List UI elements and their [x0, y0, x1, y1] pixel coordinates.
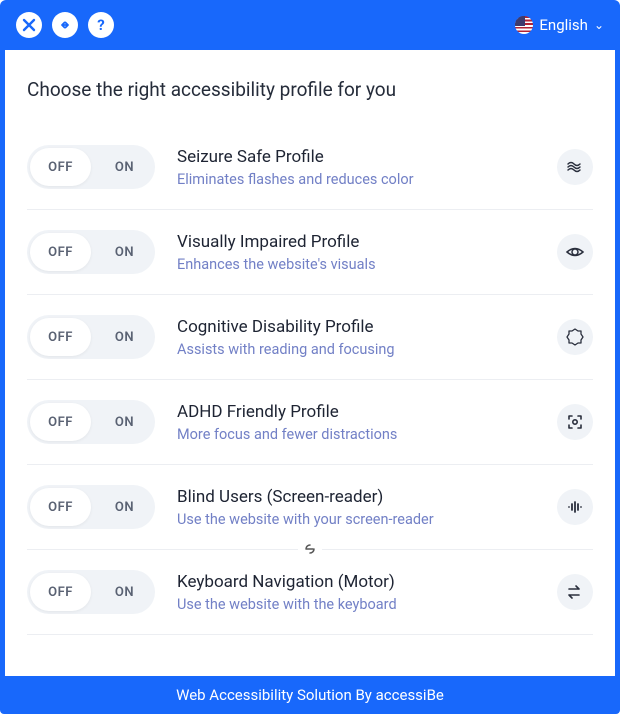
eye-icon — [557, 234, 593, 270]
help-icon: ? — [97, 16, 104, 34]
help-button[interactable]: ? — [88, 12, 114, 38]
panel-footer[interactable]: Web Accessibility Solution By accessiBe — [0, 676, 620, 714]
target-icon — [557, 404, 593, 440]
profile-row: OFFON Seizure Safe Profile Eliminates flas… — [27, 125, 593, 210]
section-heading: Choose the right accessibility profile f… — [27, 78, 593, 101]
toggle-off-label: OFF — [30, 488, 91, 526]
toggle-on-label: ON — [94, 230, 155, 274]
toggle-on-label: ON — [94, 485, 155, 529]
panel-header: ? English ⌄ — [0, 0, 620, 50]
profile-text: Cognitive Disability Profile Assists with… — [177, 317, 535, 358]
profile-title: Cognitive Disability Profile — [177, 317, 535, 337]
wave-icon — [557, 149, 593, 185]
swap-icon — [557, 574, 593, 610]
language-selector[interactable]: English ⌄ — [515, 16, 604, 34]
language-label: English — [539, 16, 588, 34]
profile-text: Visually Impaired Profile Enhances the we… — [177, 232, 535, 273]
toggle-off-label: OFF — [30, 233, 91, 271]
panel-body: Choose the right accessibility profile f… — [0, 50, 620, 676]
profile-toggle[interactable]: OFFON — [27, 145, 155, 189]
profile-text: ADHD Friendly Profile More focus and fewe… — [177, 402, 535, 443]
badge-icon — [557, 319, 593, 355]
profile-row: OFFON Visually Impaired Profile Enhances t… — [27, 210, 593, 295]
profile-desc: Use the website with your screen-reader — [177, 511, 535, 528]
profile-title: Seizure Safe Profile — [177, 147, 535, 167]
profile-text: Blind Users (Screen-reader) Use the websi… — [177, 487, 535, 528]
toggle-on-label: ON — [94, 570, 155, 614]
panel-scroll[interactable]: Choose the right accessibility profile f… — [5, 50, 615, 676]
profile-desc: Eliminates flashes and reduces color — [177, 171, 535, 188]
profile-desc: Assists with reading and focusing — [177, 341, 535, 358]
profile-text: Seizure Safe Profile Eliminates flashes a… — [177, 147, 535, 188]
toggle-off-label: OFF — [30, 403, 91, 441]
close-button[interactable] — [16, 12, 42, 38]
flag-us-icon — [515, 16, 533, 34]
close-icon — [22, 18, 36, 32]
profile-row: OFFON Cognitive Disability Profile Assists… — [27, 295, 593, 380]
toggle-on-label: ON — [94, 400, 155, 444]
profile-toggle[interactable]: OFFON — [27, 400, 155, 444]
profile-toggle[interactable]: OFFON — [27, 485, 155, 529]
reset-button[interactable] — [52, 12, 78, 38]
toggle-on-label: ON — [94, 145, 155, 189]
profile-row: OFFON ADHD Friendly Profile More focus and… — [27, 380, 593, 465]
profile-row: OFFON Keyboard Navigation (Motor) Use the … — [27, 550, 593, 635]
profile-desc: Enhances the website's visuals — [177, 256, 535, 273]
profile-title: Keyboard Navigation (Motor) — [177, 572, 535, 592]
profile-text: Keyboard Navigation (Motor) Use the websi… — [177, 572, 535, 613]
profile-row: OFFON Blind Users (Screen-reader) Use the … — [27, 465, 593, 550]
profile-desc: More focus and fewer distractions — [177, 426, 535, 443]
accessibility-panel: ? English ⌄ Choose the right accessibili… — [0, 0, 620, 714]
audio-icon — [557, 489, 593, 525]
reset-icon — [57, 17, 73, 33]
profile-toggle[interactable]: OFFON — [27, 230, 155, 274]
toggle-off-label: OFF — [30, 318, 91, 356]
chevron-down-icon: ⌄ — [594, 18, 604, 32]
profile-toggle[interactable]: OFFON — [27, 315, 155, 359]
profile-title: Visually Impaired Profile — [177, 232, 535, 252]
toggle-off-label: OFF — [30, 573, 91, 611]
profile-title: Blind Users (Screen-reader) — [177, 487, 535, 507]
profile-title: ADHD Friendly Profile — [177, 402, 535, 422]
profile-toggle[interactable]: OFFON — [27, 570, 155, 614]
toggle-on-label: ON — [94, 315, 155, 359]
profile-desc: Use the website with the keyboard — [177, 596, 535, 613]
toggle-off-label: OFF — [30, 148, 91, 186]
